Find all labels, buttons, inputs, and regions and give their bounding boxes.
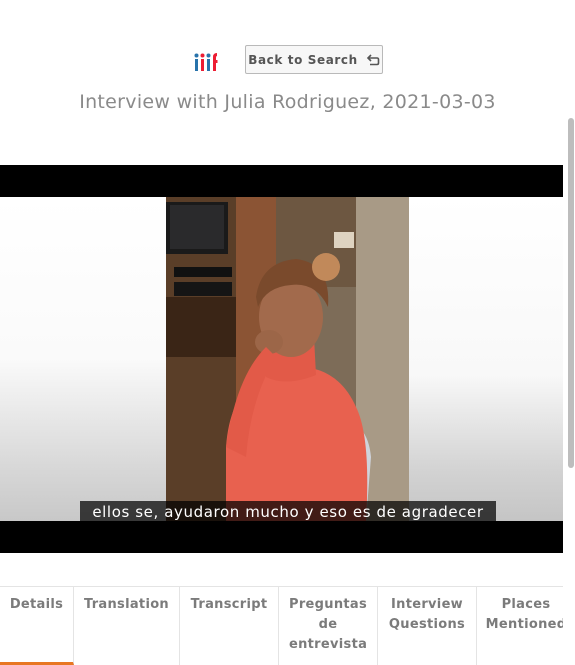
page-title: Interview with Julia Rodriguez, 2021-03-… [79, 91, 496, 113]
back-to-search-label: Back to Search [248, 52, 358, 67]
page-header: Back to Search Interview with Julia Rodr… [0, 0, 563, 165]
video-subtitle: ellos se, ayudaron mucho y eso es de agr… [80, 501, 496, 523]
tab-preguntas-label: Preguntas de entrevista [289, 597, 368, 652]
tab-translation[interactable]: Translation [74, 587, 180, 665]
interviewee-video-image [166, 197, 409, 521]
video-frame [0, 197, 575, 521]
tab-details-label: Details [9, 597, 64, 612]
tab-transcript-label: Transcript [190, 597, 268, 612]
page-scrollbar[interactable] [563, 0, 575, 664]
tab-preguntas-de-entrevista[interactable]: Preguntas de entrevista [279, 587, 378, 665]
tab-interview-questions[interactable]: Interview Questions [378, 587, 477, 665]
tab-places-mentioned[interactable]: Places Mentioned [477, 587, 575, 665]
back-to-search-button[interactable]: Back to Search [245, 45, 383, 74]
tab-bar: Details Translation Transcript Preguntas… [0, 586, 575, 665]
tab-details[interactable]: Details [0, 587, 74, 665]
iiif-logo-icon[interactable] [194, 52, 218, 72]
scrollbar-thumb[interactable] [568, 118, 574, 468]
tab-translation-label: Translation [83, 597, 169, 612]
return-arrow-icon [366, 53, 380, 65]
video-background-left [0, 197, 166, 521]
tab-transcript[interactable]: Transcript [180, 587, 279, 665]
video-player[interactable] [0, 165, 575, 553]
video-background-right [409, 197, 575, 521]
tab-places-mentioned-label: Places Mentioned [485, 597, 567, 632]
tab-interview-questions-label: Interview Questions [388, 597, 466, 632]
